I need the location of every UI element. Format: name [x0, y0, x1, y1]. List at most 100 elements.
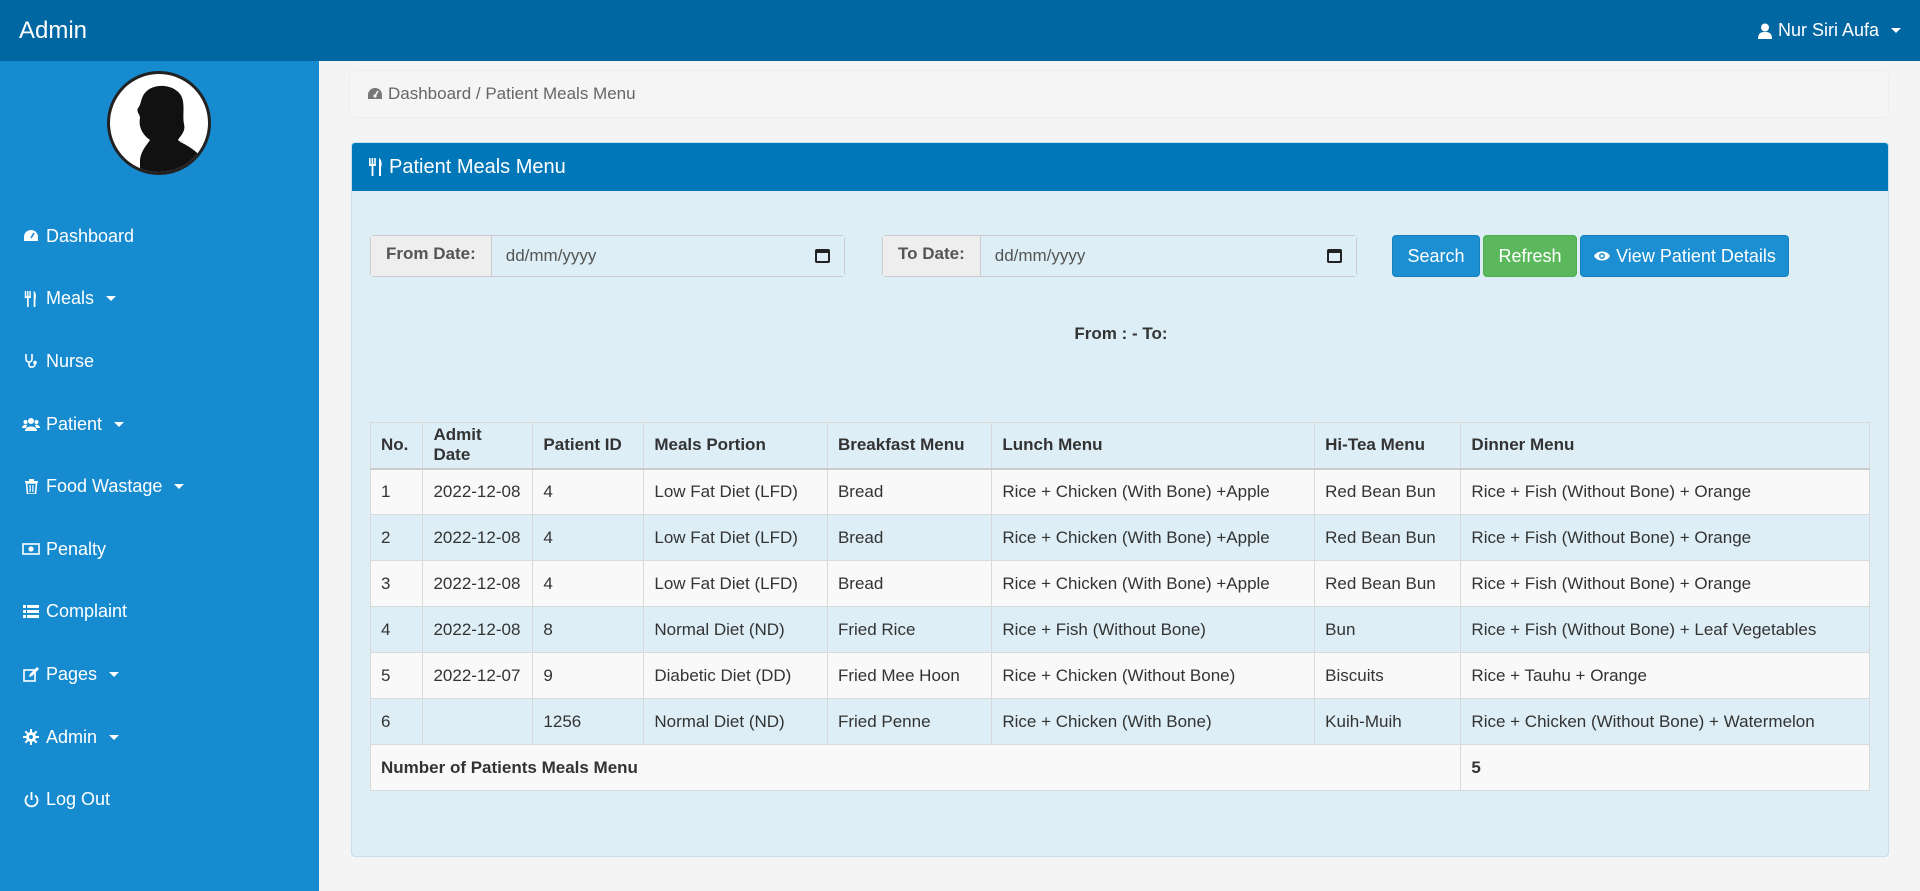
column-header[interactable]: No.: [369, 422, 424, 470]
sidebar-item-label: Meals: [46, 288, 95, 309]
to-date-group: To Date: dd/mm/yyyy: [882, 235, 1357, 277]
top-navbar: Admin Nur Siri Aufa: [0, 0, 1920, 61]
table-cell: Biscuits: [1314, 652, 1462, 699]
breadcrumb-text[interactable]: Dashboard / Patient Meals Menu: [388, 84, 636, 104]
cutlery-icon: [369, 158, 383, 176]
sidebar-item-penalty[interactable]: Penalty: [0, 518, 319, 581]
sidebar-item-complaint[interactable]: Complaint: [0, 581, 319, 644]
column-header[interactable]: Hi-Tea Menu: [1314, 422, 1462, 470]
table-header-row: No. Admit Date Patient ID Meals Portion Brea…: [369, 422, 1870, 470]
chevron-down-icon: [174, 484, 185, 490]
from-date-input[interactable]: dd/mm/yyyy: [491, 236, 844, 276]
from-date-group: From Date: dd/mm/yyyy: [370, 235, 845, 277]
calendar-icon[interactable]: [815, 249, 830, 263]
chevron-down-icon: [109, 734, 120, 740]
to-date-placeholder: dd/mm/yyyy: [994, 246, 1086, 265]
panel-heading: Patient Meals Menu: [352, 143, 1888, 191]
table-cell: 2022-12-08: [422, 560, 534, 607]
table-cell: 2022-12-08: [422, 606, 534, 653]
refresh-button[interactable]: Refresh: [1483, 235, 1577, 277]
sidebar-item-log-out[interactable]: Log Out: [0, 768, 319, 831]
sidebar-item-meals[interactable]: Meals: [0, 268, 319, 331]
table-cell: Rice + Fish (Without Bone) + Orange: [1460, 468, 1870, 515]
column-header[interactable]: Patient ID: [532, 422, 645, 470]
chevron-down-icon: [1891, 28, 1901, 33]
power-icon: [21, 790, 41, 810]
table-row[interactable]: 6 1256 Normal Diet (ND) Fried Penne Rice + C…: [369, 698, 1870, 745]
table-cell: Rice + Fish (Without Bone) + Orange: [1460, 514, 1870, 561]
sidebar-item-patient[interactable]: Patient: [0, 393, 319, 456]
sidebar-nav: Dashboard Meals Nurse Patient Food Wastage Pe…: [0, 205, 319, 831]
table-row[interactable]: 4 2022-12-08 8 Normal Diet (ND) Fried Rice Ri…: [369, 606, 1870, 653]
table-cell: 3: [369, 560, 424, 607]
total-row: Number of Patients Meals Menu 5: [369, 744, 1870, 791]
table-cell: Kuih-Muih: [1314, 698, 1462, 745]
table-cell: Rice + Fish (Without Bone): [991, 606, 1316, 653]
meals-table: No. Admit Date Patient ID Meals Portion Brea…: [369, 422, 1870, 791]
sidebar-item-dashboard[interactable]: Dashboard: [0, 205, 319, 268]
column-header[interactable]: Admit Date: [422, 422, 534, 470]
sidebar-item-pages[interactable]: Pages: [0, 643, 319, 706]
sidebar-item-label: Admin: [46, 726, 98, 747]
table-cell: 5: [369, 652, 424, 699]
table-cell: Rice + Chicken (Without Bone) + Watermel…: [1460, 698, 1870, 745]
dashboard-icon: [21, 226, 41, 246]
table-cell: Low Fat Diet (LFD): [643, 514, 828, 561]
table-cell: Rice + Fish (Without Bone) + Leaf Vegeta…: [1460, 606, 1870, 653]
sidebar-item-label: Complaint: [46, 601, 128, 622]
to-date-label: To Date:: [883, 236, 981, 276]
table-cell: Rice + Chicken (Without Bone): [991, 652, 1316, 699]
table-cell: Rice + Chicken (With Bone): [991, 698, 1316, 745]
column-header[interactable]: Meals Portion: [643, 422, 828, 470]
main-content: Dashboard / Patient Meals Menu Patient M…: [319, 61, 1920, 891]
breadcrumb: Dashboard / Patient Meals Menu: [350, 71, 1888, 117]
table-cell: 2022-12-08: [422, 468, 534, 515]
column-header[interactable]: Breakfast Menu: [826, 422, 993, 470]
table-cell: Rice + Chicken (With Bone) +Apple: [991, 560, 1316, 607]
table-cell: Normal Diet (ND): [643, 606, 828, 653]
chevron-down-icon: [109, 671, 120, 677]
table-row[interactable]: 3 2022-12-08 4 Low Fat Diet (LFD) Bread Rice …: [369, 560, 1870, 607]
table-cell: 4: [532, 468, 645, 515]
table-cell: Low Fat Diet (LFD): [643, 468, 828, 515]
table-cell: 1256: [532, 698, 645, 745]
users-icon: [21, 414, 41, 434]
column-header[interactable]: Dinner Menu: [1460, 422, 1870, 470]
table-cell: Bun: [1314, 606, 1462, 653]
column-header[interactable]: Lunch Menu: [991, 422, 1316, 470]
sidebar-item-admin[interactable]: Admin: [0, 706, 319, 769]
table-cell: 8: [532, 606, 645, 653]
calendar-icon[interactable]: [1327, 249, 1342, 263]
sidebar: Dashboard Meals Nurse Patient Food Wastage Pe…: [0, 61, 319, 891]
table-cell: Red Bean Bun: [1314, 468, 1462, 515]
user-menu[interactable]: Nur Siri Aufa: [1757, 20, 1901, 41]
cutlery-icon: [21, 289, 41, 309]
money-icon: [21, 539, 41, 559]
brand-title[interactable]: Admin: [19, 17, 87, 45]
sidebar-item-label: Pages: [46, 663, 98, 684]
table-cell: Low Fat Diet (LFD): [643, 560, 828, 607]
view-patient-details-button[interactable]: View Patient Details: [1580, 235, 1789, 277]
table-row[interactable]: 5 2022-12-07 9 Diabetic Diet (DD) Fried Mee …: [369, 652, 1870, 699]
table-row[interactable]: 1 2022-12-08 4 Low Fat Diet (LFD) Bread Rice …: [369, 468, 1870, 515]
sidebar-item-food-wastage[interactable]: Food Wastage: [0, 455, 319, 518]
sidebar-item-label: Penalty: [46, 538, 107, 559]
stethoscope-icon: [21, 351, 41, 371]
table-cell: 2022-12-08: [422, 514, 534, 561]
table-cell: 2: [369, 514, 424, 561]
user-icon: [1757, 23, 1772, 39]
table-cell: 9: [532, 652, 645, 699]
avatar: [107, 71, 211, 175]
table-cell: Rice + Fish (Without Bone) + Orange: [1460, 560, 1870, 607]
table-cell: 1: [369, 468, 424, 515]
chevron-down-icon: [106, 296, 117, 302]
to-date-input[interactable]: dd/mm/yyyy: [980, 236, 1356, 276]
sidebar-item-label: Nurse: [46, 350, 95, 371]
table-cell: 4: [532, 560, 645, 607]
sidebar-item-nurse[interactable]: Nurse: [0, 330, 319, 393]
table-cell: Bread: [826, 560, 993, 607]
search-button[interactable]: Search: [1392, 235, 1480, 277]
table-cell: 6: [369, 698, 424, 745]
eye-icon: [1593, 250, 1611, 262]
table-row[interactable]: 2 2022-12-08 4 Low Fat Diet (LFD) Bread Rice …: [369, 514, 1870, 561]
